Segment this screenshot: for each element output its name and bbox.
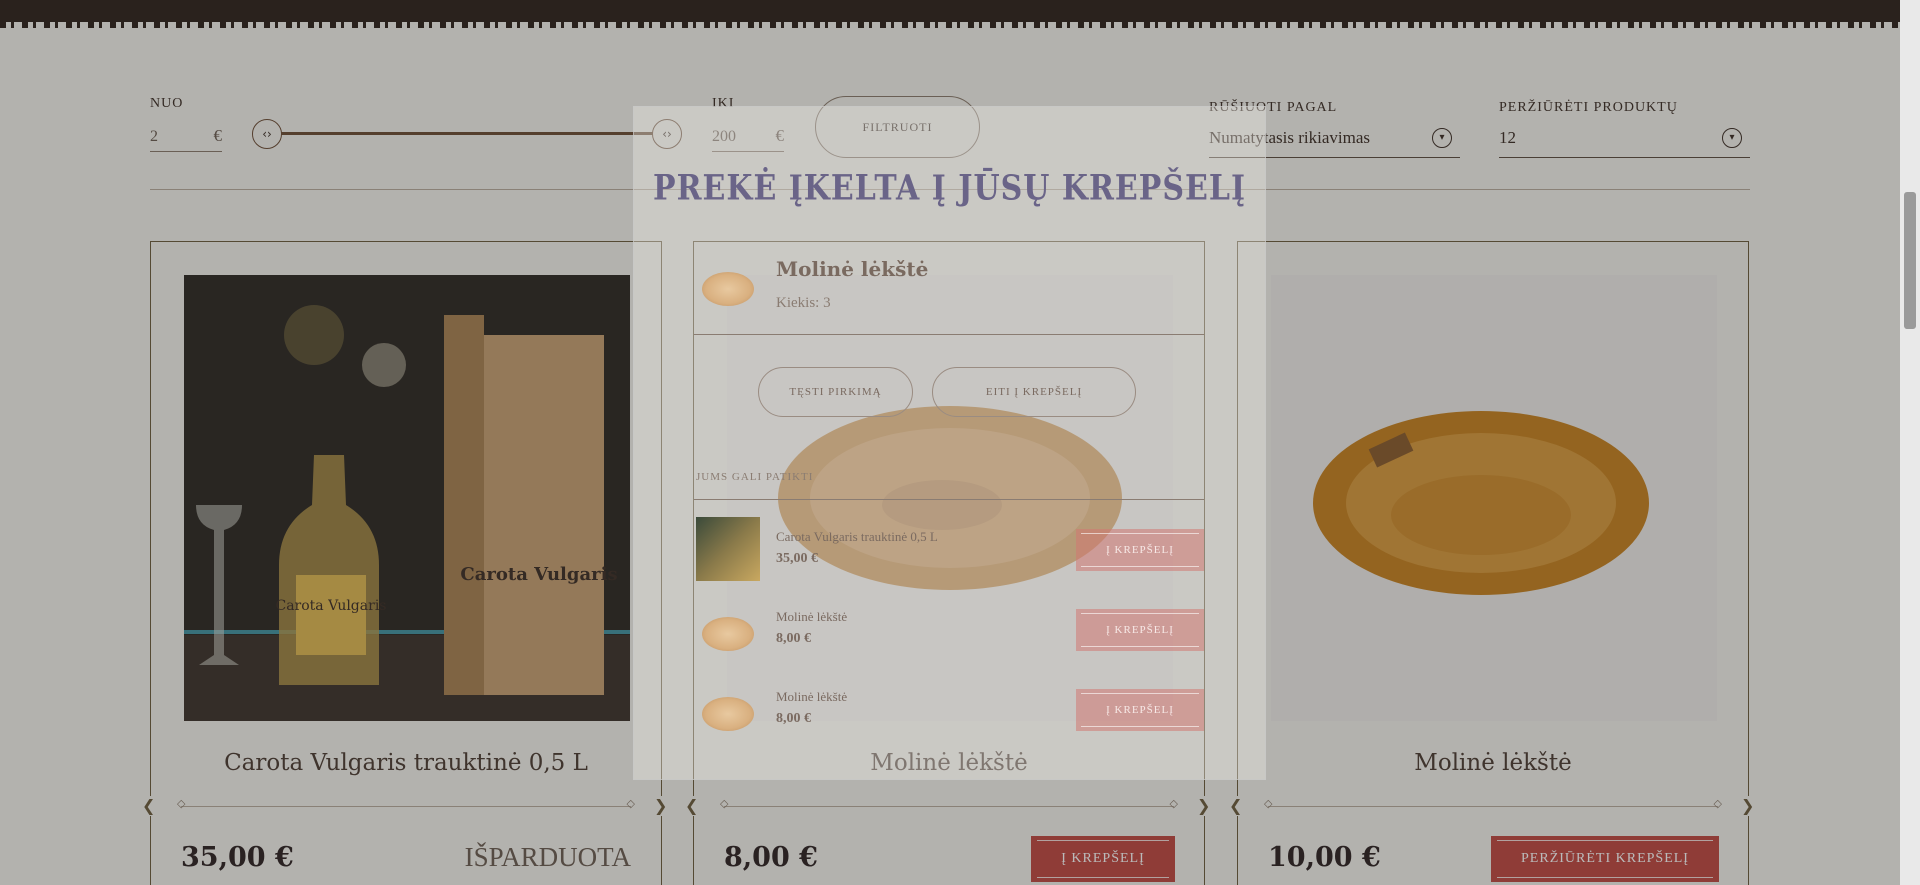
- suggestion-thumbnail[interactable]: [702, 697, 754, 731]
- suggestion-thumbnail[interactable]: [696, 517, 760, 581]
- suggestion-add-to-cart-button[interactable]: Į KREPŠELĮ: [1076, 529, 1204, 571]
- suggestion-name[interactable]: Molinė lėkštė: [776, 609, 847, 625]
- page-scrollbar[interactable]: [1900, 0, 1920, 885]
- cart-item-thumbnail: [702, 272, 754, 306]
- suggestion-name[interactable]: Carota Vulgaris trauktinė 0,5 L: [776, 529, 938, 545]
- scrollbar-thumb[interactable]: [1904, 192, 1916, 329]
- modal-title: PREKĖ ĮKELTA Į JŪSŲ KREPŠELĮ: [653, 168, 1246, 209]
- continue-shopping-button[interactable]: TĘSTI PIRKIMĄ: [758, 367, 913, 417]
- suggestion-price: 8,00 €: [776, 711, 811, 726]
- go-to-cart-button[interactable]: EITI Į KREPŠELĮ: [932, 367, 1136, 417]
- suggestion-thumbnail[interactable]: [702, 617, 754, 651]
- suggestion-add-to-cart-button[interactable]: Į KREPŠELĮ: [1076, 609, 1204, 651]
- suggestion-add-to-cart-button[interactable]: Į KREPŠELĮ: [1076, 689, 1204, 731]
- added-to-cart-modal: PREKĖ ĮKELTA Į JŪSŲ KREPŠELĮ Molinė lėkš…: [633, 106, 1266, 780]
- cart-item-name: Molinė lėkštė: [776, 257, 929, 281]
- suggestion-price: 8,00 €: [776, 631, 811, 646]
- modal-divider: [694, 334, 1204, 335]
- modal-divider: [694, 499, 1204, 500]
- suggestion-price: 35,00 €: [776, 551, 818, 566]
- suggestions-heading: JUMS GALI PATIKTI: [696, 471, 814, 483]
- cart-item-quantity: Kiekis: 3: [776, 295, 831, 311]
- suggestion-name[interactable]: Molinė lėkštė: [776, 689, 847, 705]
